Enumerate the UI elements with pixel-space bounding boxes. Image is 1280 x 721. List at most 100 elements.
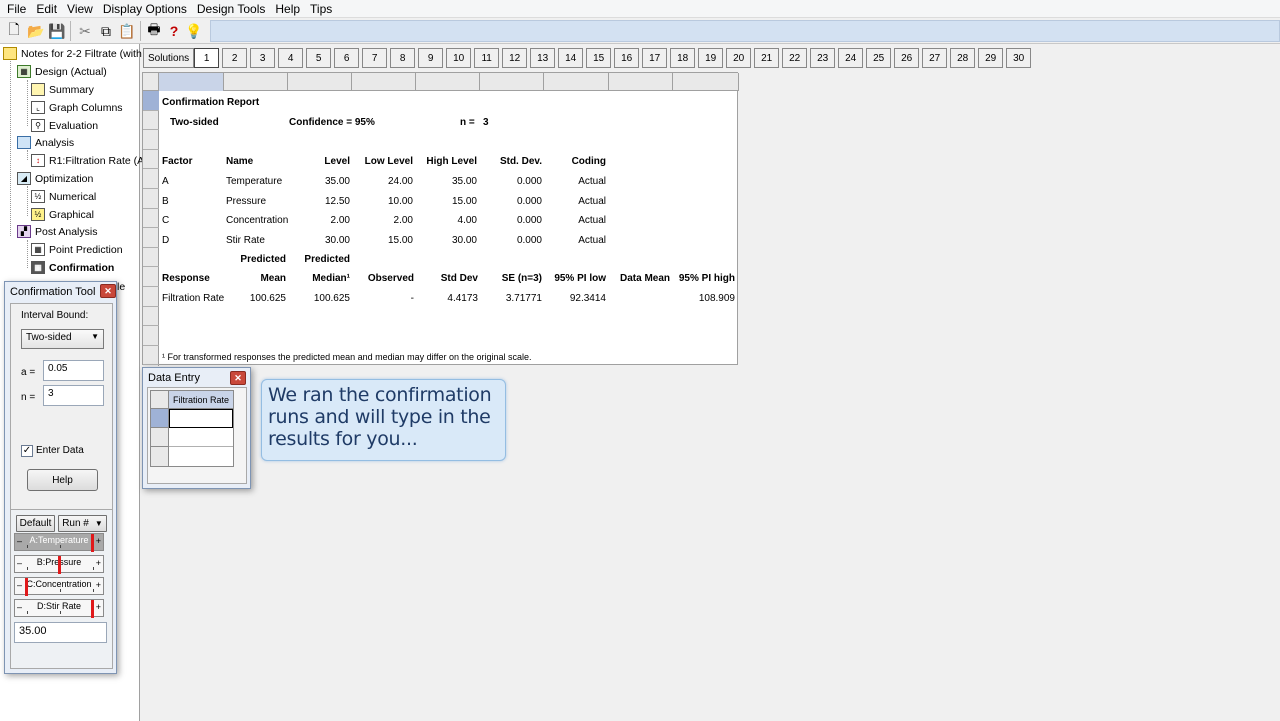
menu-design-tools[interactable]: Design Tools [192,2,270,16]
menu-view[interactable]: View [62,2,98,16]
grid-row-header-cell[interactable] [143,248,159,268]
grid-row-header-cell[interactable] [143,91,159,111]
tip-lightbulb-icon[interactable]: 💡 [184,21,204,41]
solution-tab-8[interactable]: 8 [390,48,416,68]
solution-tab-27[interactable]: 27 [922,48,948,68]
response-cell: 92.3414 [569,293,606,304]
grid-row-header-cell[interactable] [143,287,159,307]
solution-tab-2[interactable]: 2 [222,48,248,68]
menu-edit[interactable]: Edit [31,2,62,16]
n-field[interactable]: 3 [43,385,104,406]
data-entry-cell[interactable] [169,409,233,428]
solution-tab-7[interactable]: 7 [362,48,388,68]
solution-tab-30[interactable]: 30 [1006,48,1032,68]
menu-file[interactable]: File [2,2,31,16]
print-icon[interactable]: 🖶 [144,21,164,41]
menu-tips[interactable]: Tips [305,2,337,16]
slider-tick [60,545,61,548]
slider-marker[interactable] [58,556,61,574]
save-icon[interactable]: 💾 [47,21,67,41]
tree-item-r1-filtration-rate[interactable]: ↕ R1:Filtration Rate (A [31,152,144,169]
help-question-icon[interactable]: ? [164,21,184,41]
menu-help[interactable]: Help [270,2,305,16]
solution-tab-14[interactable]: 14 [558,48,584,68]
solution-tab-10[interactable]: 10 [446,48,472,68]
grid-row-header-cell[interactable] [143,267,159,287]
solution-tab-11[interactable]: 11 [474,48,500,68]
tree-item-optimization[interactable]: ◢ Optimization [17,170,93,187]
response-header: Std Dev [440,273,478,284]
interval-bound-select[interactable]: Two-sided ▼ [21,329,104,349]
solution-tab-3[interactable]: 3 [250,48,276,68]
tree-item-confirmation[interactable]: ▦ Confirmation [31,259,114,276]
grid-row-header-cell[interactable] [143,209,159,229]
copy-icon[interactable]: ⧉ [96,21,116,41]
solution-tab-20[interactable]: 20 [726,48,752,68]
factor-cell: 0.000 [516,195,542,207]
tree-item-design[interactable]: ▦ Design (Actual) [17,63,107,80]
factor-cell: D [162,234,170,246]
solution-tab-25[interactable]: 25 [866,48,892,68]
solution-tab-13[interactable]: 13 [530,48,556,68]
factor-slider[interactable]: – + C:Concentration [14,577,104,596]
analysis-icon [17,136,31,149]
tree-item-summary[interactable]: Summary [31,81,94,98]
cut-icon[interactable]: ✂ [75,21,95,41]
factor-slider[interactable]: – + D:Stir Rate [14,599,104,618]
solution-tab-1[interactable]: 1 [194,48,220,68]
solution-tab-28[interactable]: 28 [950,48,976,68]
tree-item-evaluation[interactable]: ⚲ Evaluation [31,117,98,134]
solution-tab-26[interactable]: 26 [894,48,920,68]
solution-tab-9[interactable]: 9 [418,48,444,68]
menu-display-options[interactable]: Display Options [98,2,192,16]
solution-tab-6[interactable]: 6 [334,48,360,68]
tree-item-post-analysis[interactable]: ▞ Post Analysis [17,223,97,240]
default-button[interactable]: Default [16,515,55,532]
factor-value-field[interactable]: 35.00 [14,622,107,643]
solution-tab-12[interactable]: 12 [502,48,528,68]
grid-row-header-cell[interactable] [143,169,159,189]
solution-tab-4[interactable]: 4 [278,48,304,68]
solution-tab-18[interactable]: 18 [670,48,696,68]
slider-marker[interactable] [25,578,28,596]
solution-tab-5[interactable]: 5 [306,48,332,68]
grid-row-header-cell[interactable] [143,346,159,366]
tree-item-numerical[interactable]: ½ Numerical [31,188,96,205]
enter-data-checkbox[interactable]: ✓ [21,445,33,457]
help-button[interactable]: Help [27,469,98,491]
solution-tab-19[interactable]: 19 [698,48,724,68]
new-file-icon[interactable]: 🗋 [4,21,24,41]
solution-tab-21[interactable]: 21 [754,48,780,68]
solution-tab-22[interactable]: 22 [782,48,808,68]
solution-tab-17[interactable]: 17 [642,48,668,68]
slider-marker[interactable] [91,534,94,552]
run-number-select[interactable]: Run # ▼ [58,515,107,532]
solution-tab-23[interactable]: 23 [810,48,836,68]
close-icon[interactable]: ✕ [230,371,246,385]
solution-tab-29[interactable]: 29 [978,48,1004,68]
grid-row-header-cell[interactable] [143,326,159,346]
factor-slider[interactable]: – + A:Temperature [14,533,104,552]
grid-row-header-cell[interactable] [143,130,159,150]
tree-item-graph-columns[interactable]: ⌞ Graph Columns [31,99,123,116]
data-entry-cell[interactable] [169,447,233,466]
tree-item-root[interactable]: Notes for 2-2 Filtrate (with [3,45,142,62]
grid-row-header-cell[interactable] [143,111,159,131]
grid-row-header-cell[interactable] [143,150,159,170]
paste-icon[interactable]: 📋 [117,21,137,41]
grid-row-header-cell[interactable] [143,228,159,248]
grid-row-header-cell[interactable] [143,307,159,327]
tree-item-analysis[interactable]: Analysis [17,134,74,151]
solution-tab-16[interactable]: 16 [614,48,640,68]
open-folder-icon[interactable]: 📂 [26,21,46,41]
alpha-field[interactable]: 0.05 [43,360,104,381]
solution-tab-24[interactable]: 24 [838,48,864,68]
tree-item-point-prediction[interactable]: ▦ Point Prediction [31,241,123,258]
factor-slider[interactable]: –+B:Pressure [14,555,104,574]
close-icon[interactable]: ✕ [100,284,116,298]
slider-marker[interactable] [91,600,94,618]
tree-item-graphical[interactable]: ½ Graphical [31,206,94,223]
data-entry-cell[interactable] [169,428,233,447]
grid-row-header-cell[interactable] [143,189,159,209]
solution-tab-15[interactable]: 15 [586,48,612,68]
